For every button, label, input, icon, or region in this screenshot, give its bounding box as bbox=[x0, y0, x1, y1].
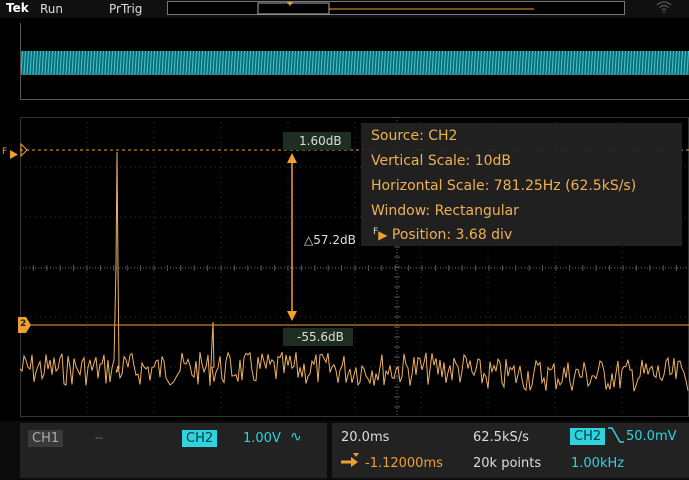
ref-level-marker[interactable]: 2 bbox=[18, 317, 32, 333]
trigger-mode[interactable]: PrTrig bbox=[109, 2, 142, 16]
info-position-row: F▶ Position: 3.68 div bbox=[373, 227, 512, 243]
trigger-source: CH2 bbox=[574, 429, 602, 444]
overview-waveform[interactable] bbox=[20, 23, 689, 100]
trigger-arrow-icon bbox=[10, 150, 18, 159]
horizontal-delay[interactable]: -1.12000ms bbox=[365, 456, 443, 471]
cursor-top-readout: 1.60dB bbox=[283, 132, 351, 150]
ch2-label: CH2 bbox=[186, 431, 214, 446]
ref-marker-label: 2 bbox=[20, 319, 27, 329]
info-source: Source: CH2 bbox=[371, 128, 458, 144]
trigger-level-marker[interactable]: F bbox=[0, 147, 22, 161]
horizontal-trigger-panel: 20.0ms 62.5kS/s CH2 50.0mV -1.12000ms 20… bbox=[332, 423, 689, 478]
cursor-bottom-readout: -55.6dB bbox=[283, 328, 353, 346]
delay-arrow-icon bbox=[339, 452, 363, 474]
time-per-div[interactable]: 20.0ms bbox=[341, 430, 389, 445]
cursor-bottom-value: -55.6dB bbox=[297, 330, 344, 344]
cursor-delta-readout: △57.2dB bbox=[300, 231, 360, 249]
falling-edge-icon bbox=[606, 426, 626, 448]
run-state[interactable]: Run bbox=[40, 2, 63, 16]
trigger-frequency: 1.00kHz bbox=[571, 456, 625, 471]
info-horizontal-scale: Horizontal Scale: 781.25Hz (62.5kS/s) bbox=[371, 178, 637, 194]
channel-panel: CH1 -- CH2 1.00V ∿ bbox=[20, 423, 327, 478]
trigger-level[interactable]: 50.0mV bbox=[626, 429, 677, 444]
trigger-position-icon bbox=[287, 2, 293, 6]
trigger-source-badge[interactable]: CH2 bbox=[570, 428, 606, 445]
position-arrow-icon: ▶ bbox=[378, 228, 388, 242]
info-window: Window: Rectangular bbox=[371, 203, 519, 219]
info-vertical-scale: Vertical Scale: 10dB bbox=[371, 153, 511, 169]
ch1-label: CH1 bbox=[32, 431, 60, 446]
tek-logo: Tek bbox=[6, 1, 29, 15]
cursor-delta-value: △57.2dB bbox=[304, 233, 356, 247]
cursor-top-value: 1.60dB bbox=[299, 134, 342, 148]
ch1-badge[interactable]: CH1 bbox=[28, 430, 64, 447]
sample-rate[interactable]: 62.5kS/s bbox=[473, 430, 529, 445]
ac-coupling-icon: ∿ bbox=[290, 429, 302, 445]
record-view-window bbox=[257, 2, 330, 15]
info-position: Position: 3.68 div bbox=[391, 227, 513, 243]
record-view-bar[interactable] bbox=[167, 1, 625, 15]
overview-trace bbox=[21, 50, 689, 76]
ch2-scale[interactable]: 1.00V bbox=[243, 431, 281, 446]
ch2-badge[interactable]: CH2 bbox=[182, 430, 218, 447]
record-length[interactable]: 20k points bbox=[473, 456, 541, 471]
fft-info-panel[interactable]: Source: CH2 Vertical Scale: 10dB Horizon… bbox=[361, 123, 682, 246]
wifi-icon bbox=[656, 1, 672, 16]
cursor-down-arrow-icon bbox=[287, 311, 297, 321]
ch1-value: -- bbox=[95, 431, 103, 444]
